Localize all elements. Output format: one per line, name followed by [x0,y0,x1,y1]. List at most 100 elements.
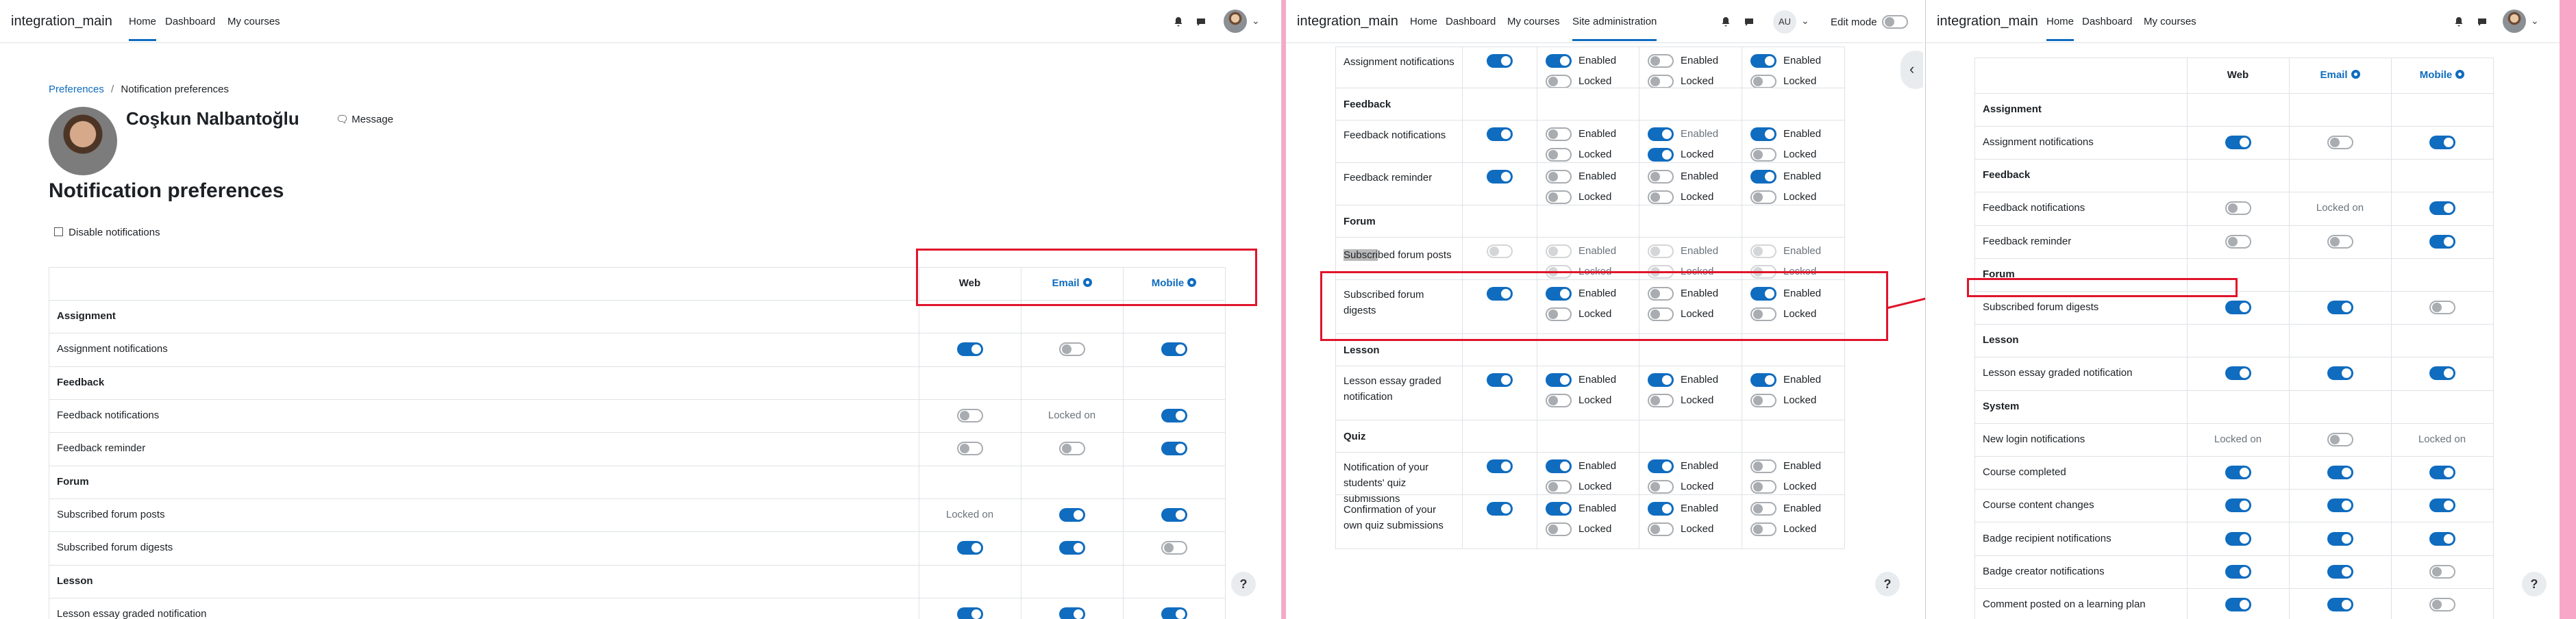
web-toggle[interactable] [2225,465,2251,479]
help-button[interactable]: ? [1231,572,1256,596]
message-button[interactable]: 🗨 Message [336,113,393,125]
email-toggle[interactable] [2327,301,2353,315]
mobile-toggle[interactable] [2429,564,2455,579]
web-default-toggle[interactable] [1486,127,1513,141]
chevron-down-icon[interactable]: ⌄ [1252,15,1260,27]
disable-notifications-toggle[interactable]: Disable notifications [54,227,160,238]
email-toggle[interactable] [2327,136,2353,150]
locked-toggle[interactable] [1546,148,1572,162]
web-default-toggle[interactable] [1486,170,1513,184]
enabled-toggle[interactable] [1648,502,1674,516]
email-toggle[interactable] [1058,507,1085,522]
web-toggle[interactable] [2225,366,2251,381]
web-toggle[interactable] [2225,498,2251,513]
web-default-toggle[interactable] [1486,373,1513,387]
mobile-toggle[interactable] [2429,498,2455,513]
locked-toggle[interactable] [1750,190,1776,204]
bell-icon[interactable] [2453,16,2464,27]
web-default-toggle[interactable] [1486,244,1513,258]
locked-toggle[interactable] [1648,75,1674,88]
user-avatar[interactable]: AU [1773,10,1796,34]
email-toggle[interactable] [2327,598,2353,612]
web-toggle[interactable] [956,408,983,422]
enabled-toggle[interactable] [1546,170,1572,184]
mobile-toggle[interactable] [1161,607,1187,619]
locked-toggle[interactable] [1750,75,1776,88]
enabled-toggle[interactable] [1750,373,1776,387]
web-toggle[interactable] [2225,598,2251,612]
web-toggle[interactable] [2225,234,2251,249]
chevron-down-icon[interactable]: ⌄ [2531,15,2539,27]
enabled-toggle[interactable] [1750,244,1776,258]
enabled-toggle[interactable] [1750,127,1776,141]
enabled-toggle[interactable] [1750,54,1776,68]
nav-my-courses[interactable]: My courses [1507,16,1560,27]
chat-icon[interactable] [2477,16,2488,27]
mobile-toggle[interactable] [1161,507,1187,522]
enabled-toggle[interactable] [1750,502,1776,516]
chevron-down-icon[interactable]: ⌄ [1801,15,1809,27]
mobile-toggle[interactable] [2429,234,2455,249]
email-toggle[interactable] [1058,442,1085,456]
mobile-toggle[interactable] [2429,301,2455,315]
enabled-toggle[interactable] [1546,459,1572,473]
enabled-toggle[interactable] [1750,170,1776,184]
nav-my-courses[interactable]: My courses [227,16,280,27]
email-toggle[interactable] [2327,531,2353,546]
email-toggle[interactable] [1058,342,1085,357]
column-header-email[interactable]: Email [2289,69,2391,81]
web-toggle[interactable] [956,442,983,456]
locked-toggle[interactable] [1546,190,1572,204]
site-brand[interactable]: integration_main [1937,14,2038,29]
enabled-toggle[interactable] [1546,502,1572,516]
locked-toggle[interactable] [1648,522,1674,536]
edit-mode-toggle[interactable] [1882,15,1908,29]
locked-toggle[interactable] [1648,480,1674,494]
enabled-toggle[interactable] [1648,244,1674,258]
web-default-toggle[interactable] [1486,54,1513,68]
mobile-toggle[interactable] [1161,442,1187,456]
locked-toggle[interactable] [1546,522,1572,536]
locked-toggle[interactable] [1546,394,1572,407]
nav-my-courses[interactable]: My courses [2144,16,2196,27]
web-default-toggle[interactable] [1486,459,1513,473]
locked-toggle[interactable] [1648,394,1674,407]
email-toggle[interactable] [2327,465,2353,479]
nav-dashboard[interactable]: Dashboard [165,16,215,27]
enabled-toggle[interactable] [1648,127,1674,141]
nav-home[interactable]: Home [2046,16,2075,41]
web-toggle[interactable] [956,607,983,619]
nav-site-administration[interactable]: Site administration [1572,16,1657,41]
locked-toggle[interactable] [1648,148,1674,162]
email-toggle[interactable] [2327,234,2353,249]
email-toggle[interactable] [1058,541,1085,555]
web-toggle[interactable] [2225,136,2251,150]
mobile-toggle[interactable] [2429,531,2455,546]
gear-icon[interactable] [2351,70,2360,79]
chat-icon[interactable] [1744,16,1755,27]
mobile-toggle[interactable] [1161,541,1187,555]
enabled-toggle[interactable] [1648,373,1674,387]
email-toggle[interactable] [2327,432,2353,446]
mobile-toggle[interactable] [2429,465,2455,479]
gear-icon[interactable] [2455,70,2465,79]
nav-dashboard[interactable]: Dashboard [2082,16,2132,27]
help-button[interactable]: ? [1875,572,1900,596]
locked-toggle[interactable] [1546,75,1572,88]
locked-toggle[interactable] [1750,394,1776,407]
web-toggle[interactable] [956,342,983,357]
web-toggle[interactable] [956,541,983,555]
enabled-toggle[interactable] [1648,54,1674,68]
drawer-toggle[interactable]: ‹ [1900,51,1923,89]
enabled-toggle[interactable] [1750,459,1776,473]
enabled-toggle[interactable] [1546,373,1572,387]
web-toggle[interactable] [2225,531,2251,546]
bell-icon[interactable] [1173,16,1184,27]
user-avatar[interactable] [2503,10,2526,33]
user-avatar[interactable] [1224,10,1247,33]
email-toggle[interactable] [2327,366,2353,381]
locked-toggle[interactable] [1750,480,1776,494]
enabled-toggle[interactable] [1648,170,1674,184]
mobile-toggle[interactable] [2429,598,2455,612]
mobile-toggle[interactable] [2429,136,2455,150]
